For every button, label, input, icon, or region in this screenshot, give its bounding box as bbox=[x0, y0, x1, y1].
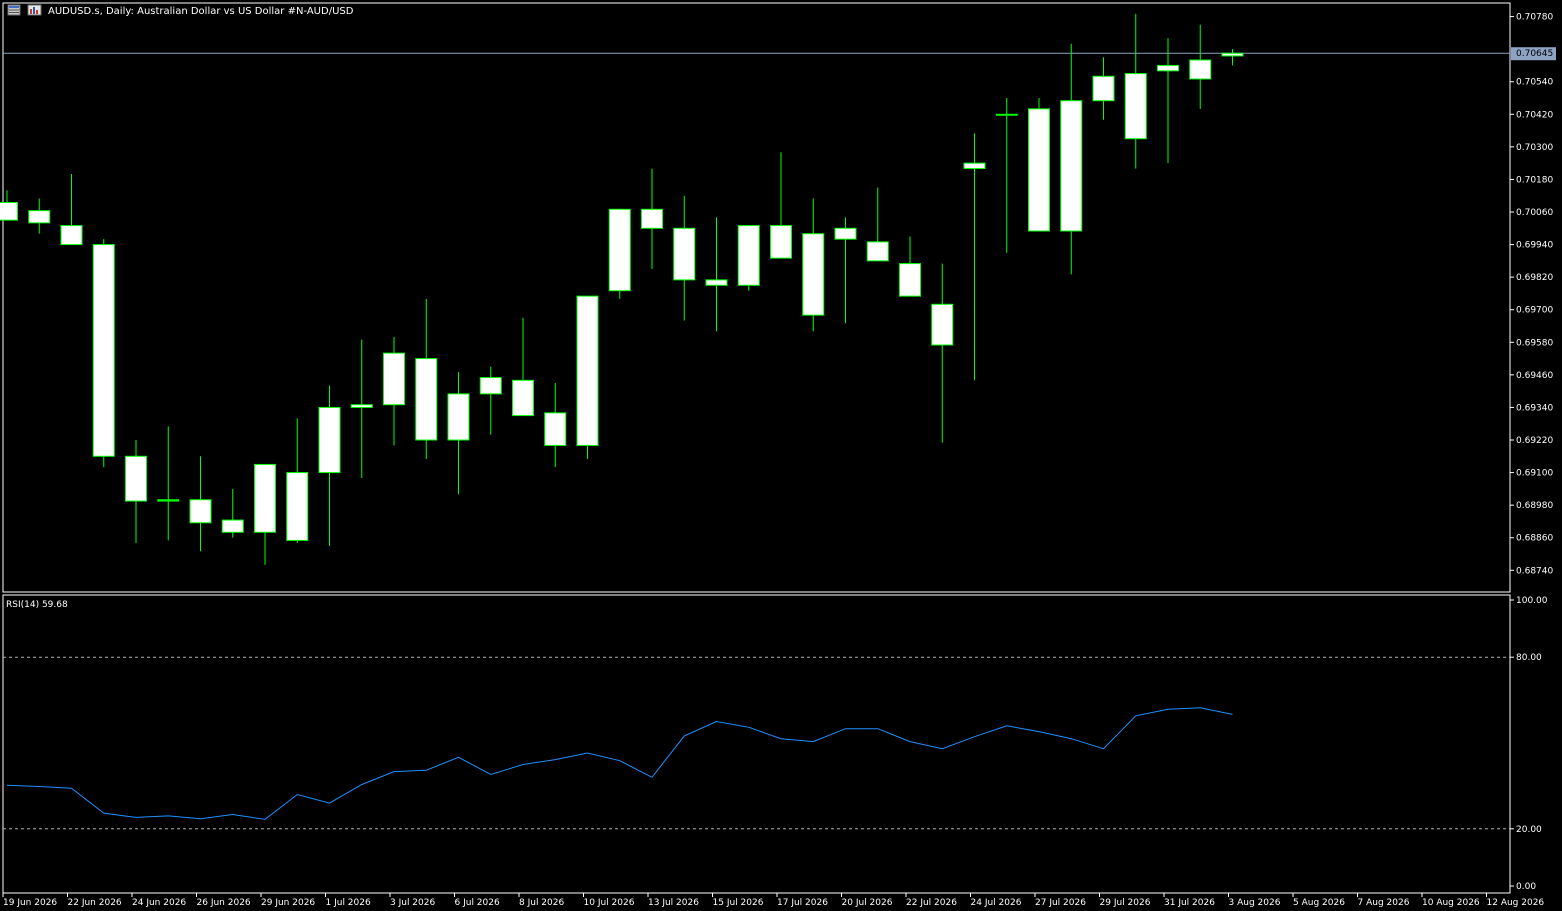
candle-body bbox=[705, 279, 728, 286]
price-tick-label: 0.68740 bbox=[1516, 566, 1553, 576]
price-tick-label: 0.69940 bbox=[1516, 241, 1553, 251]
candle-body bbox=[1157, 64, 1179, 72]
price-tick-label: 0.69460 bbox=[1516, 371, 1553, 381]
chart-type-icon[interactable] bbox=[27, 4, 42, 16]
candle-body bbox=[157, 499, 180, 502]
date-tick-label: 20 Jul 2026 bbox=[842, 898, 893, 908]
date-tick-label: 7 Aug 2026 bbox=[1358, 898, 1410, 908]
date-tick-label: 29 Jun 2026 bbox=[261, 898, 315, 908]
candle-body bbox=[479, 377, 502, 395]
candle-body bbox=[866, 241, 889, 262]
candle-body bbox=[1221, 52, 1244, 57]
rsi-label: RSI(14) 59.68 bbox=[6, 600, 68, 610]
candle-body bbox=[963, 162, 986, 170]
candle-body bbox=[673, 227, 696, 281]
candle-body bbox=[0, 202, 18, 221]
chart-canvas[interactable]: 0.70780 0.70540 0.70420 0.70300 0.70180 0.700… bbox=[0, 0, 1562, 911]
price-panel-frame bbox=[2, 2, 1511, 593]
candle-body bbox=[286, 472, 309, 541]
candle-body bbox=[189, 499, 212, 524]
date-tick-label: 1 Jul 2026 bbox=[326, 898, 371, 908]
date-tick-label: 24 Jul 2026 bbox=[971, 898, 1022, 908]
price-axis: 0.70780 0.70540 0.70420 0.70300 0.70180 0.700… bbox=[1510, 13, 1553, 576]
candle-body bbox=[125, 455, 147, 502]
date-tick-label: 31 Jul 2026 bbox=[1164, 898, 1215, 908]
candle-body bbox=[802, 233, 825, 316]
price-tick-label: 0.70300 bbox=[1516, 143, 1553, 153]
rsi-tick-label: 80.00 bbox=[1516, 653, 1542, 663]
price-tick-label: 0.70060 bbox=[1516, 208, 1553, 218]
candle-body bbox=[1124, 73, 1147, 140]
candle-body bbox=[254, 463, 276, 533]
date-tick-label: 29 Jul 2026 bbox=[1100, 898, 1151, 908]
candle-body bbox=[60, 225, 83, 246]
candle-body bbox=[447, 393, 470, 441]
date-tick-label: 3 Jul 2026 bbox=[390, 898, 435, 908]
candle-body bbox=[350, 404, 373, 408]
candles bbox=[0, 13, 1244, 565]
candle-body bbox=[318, 406, 341, 474]
price-tick-label: 0.70540 bbox=[1516, 78, 1553, 88]
candle-body bbox=[770, 225, 792, 259]
date-tick-label: 17 Jul 2026 bbox=[777, 898, 828, 908]
price-tick-label: 0.69100 bbox=[1516, 469, 1553, 479]
candle-body bbox=[383, 352, 405, 406]
candle-body bbox=[931, 303, 954, 346]
date-tick-label: 10 Aug 2026 bbox=[1422, 898, 1480, 908]
price-tick-label: 0.69820 bbox=[1516, 273, 1553, 283]
candle-body bbox=[1028, 108, 1050, 232]
candle-body bbox=[995, 113, 1018, 116]
date-tick-label: 8 Jul 2026 bbox=[519, 898, 564, 908]
date-tick-label: 12 Aug 2026 bbox=[1487, 898, 1545, 908]
candle-body bbox=[512, 379, 534, 417]
current-price-label: 0.70645 bbox=[1516, 49, 1553, 59]
rsi-axis: 100.00 80.00 20.00 0.00 bbox=[3, 596, 1548, 892]
candle-body bbox=[221, 519, 244, 533]
candle-body bbox=[608, 208, 631, 292]
date-tick-label: 15 Jul 2026 bbox=[713, 898, 764, 908]
candle-body bbox=[92, 244, 115, 457]
date-axis: 19 Jun 2026 22 Jun 2026 24 Jun 2026 26 Jun … bbox=[2, 893, 1545, 908]
date-tick-label: 26 Jun 2026 bbox=[197, 898, 251, 908]
date-tick-label: 13 Jul 2026 bbox=[648, 898, 699, 908]
price-tick-label: 0.70420 bbox=[1516, 110, 1553, 120]
date-tick-label: 27 Jul 2026 bbox=[1035, 898, 1086, 908]
date-tick-label: 5 Aug 2026 bbox=[1293, 898, 1345, 908]
candle-body bbox=[899, 263, 921, 297]
window-grid-icon[interactable] bbox=[7, 4, 21, 16]
candle-body bbox=[737, 225, 760, 286]
rsi-tick-label: 0.00 bbox=[1516, 882, 1536, 892]
date-tick-label: 10 Jul 2026 bbox=[584, 898, 635, 908]
candle-body bbox=[544, 412, 567, 446]
date-tick-label: 24 Jun 2026 bbox=[132, 898, 186, 908]
candle-body bbox=[28, 210, 51, 224]
date-tick-label: 22 Jun 2026 bbox=[68, 898, 122, 908]
candle-body bbox=[834, 227, 857, 240]
price-tick-label: 0.69580 bbox=[1516, 338, 1553, 348]
price-tick-label: 0.68860 bbox=[1516, 534, 1553, 544]
candle-body bbox=[415, 358, 438, 441]
price-tick-label: 0.69700 bbox=[1516, 306, 1553, 316]
date-tick-label: 6 Jul 2026 bbox=[455, 898, 500, 908]
price-tick-label: 0.69340 bbox=[1516, 403, 1553, 413]
rsi-line bbox=[6, 707, 1233, 820]
date-tick-label: 19 Jun 2026 bbox=[3, 898, 57, 908]
rsi-panel-frame bbox=[2, 594, 1511, 894]
rsi-tick-label: 100.00 bbox=[1516, 596, 1548, 606]
price-tick-label: 0.69220 bbox=[1516, 436, 1553, 446]
candle-body bbox=[576, 295, 599, 446]
candle-body bbox=[641, 208, 663, 229]
candle-body bbox=[1060, 100, 1083, 232]
price-tick-label: 0.68980 bbox=[1516, 501, 1553, 511]
price-tick-label: 0.70780 bbox=[1516, 13, 1553, 23]
candle-body bbox=[1189, 59, 1212, 80]
chart-title: AUDUSD.s, Daily: Australian Dollar vs US… bbox=[48, 6, 354, 17]
date-tick-label: 22 Jul 2026 bbox=[906, 898, 957, 908]
rsi-tick-label: 20.00 bbox=[1516, 825, 1542, 835]
price-tick-label: 0.70180 bbox=[1516, 175, 1553, 185]
date-tick-label: 3 Aug 2026 bbox=[1229, 898, 1281, 908]
candle-body bbox=[1092, 75, 1115, 102]
